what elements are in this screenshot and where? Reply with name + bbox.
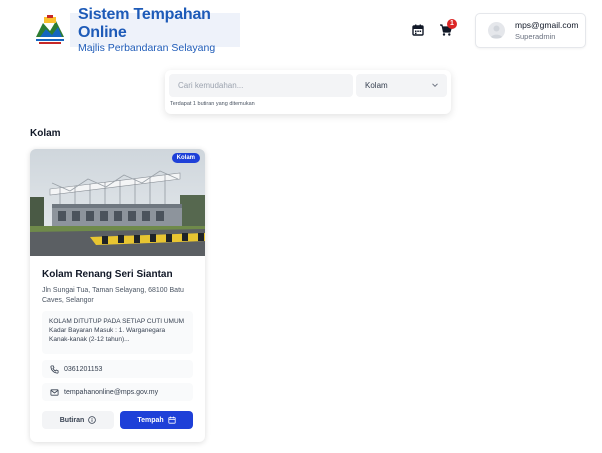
category-select[interactable]: Kolam	[356, 74, 447, 97]
facility-name: Kolam Renang Seri Siantan	[42, 269, 173, 280]
app-title: Sistem Tempahan Online	[78, 5, 211, 41]
info-icon	[88, 416, 97, 424]
mps-logo-icon	[30, 13, 70, 47]
details-button[interactable]: Butiran	[42, 411, 114, 429]
search-input[interactable]	[169, 74, 353, 97]
avatar	[488, 22, 505, 39]
book-button-label: Tempah	[137, 416, 164, 424]
details-button-label: Butiran	[59, 416, 85, 424]
calendar-icon[interactable]	[411, 23, 425, 37]
facility-address: Jln Sungai Tua, Taman Selayang, 68100 Ba…	[42, 287, 184, 304]
phone-icon	[50, 364, 59, 374]
facility-phone: 0361201153	[64, 365, 103, 373]
user-menu[interactable]: mps@gmail.com Superadmin	[475, 13, 586, 48]
user-email: mps@gmail.com	[515, 19, 579, 30]
facility-email: tempahanonline@mps.gov.my	[64, 388, 159, 396]
book-button[interactable]: Tempah	[120, 411, 193, 429]
app-subtitle: Majlis Perbandaran Selayang	[78, 41, 216, 54]
brand-block[interactable]: Sistem Tempahan Online Majlis Perbandara…	[30, 6, 240, 54]
result-count-text: Terdapat 1 butiran yang ditemukan	[170, 101, 255, 107]
facility-phone-row: 0361201153	[42, 360, 193, 378]
cart-count-badge: 1	[447, 19, 457, 29]
user-role: Superadmin	[515, 31, 556, 41]
facility-card: Kolam Kolam Renang Seri Siantan Jln Sung…	[30, 149, 205, 442]
category-select-value: Kolam	[365, 81, 388, 90]
category-badge: Kolam	[171, 153, 200, 163]
chevron-down-icon	[432, 83, 438, 88]
top-header: Sistem Tempahan Online Majlis Perbandara…	[0, 0, 602, 60]
section-title: Kolam	[30, 128, 61, 139]
calendar-icon	[168, 416, 176, 424]
facility-notice: KOLAM DITUTUP PADA SETIAP CUTI UMUM Kada…	[42, 311, 193, 354]
facility-image	[30, 149, 205, 256]
facility-email-row: tempahanonline@mps.gov.my	[42, 383, 193, 401]
mail-icon	[50, 388, 59, 396]
search-panel: Kolam Terdapat 1 butiran yang ditemukan	[165, 70, 451, 114]
